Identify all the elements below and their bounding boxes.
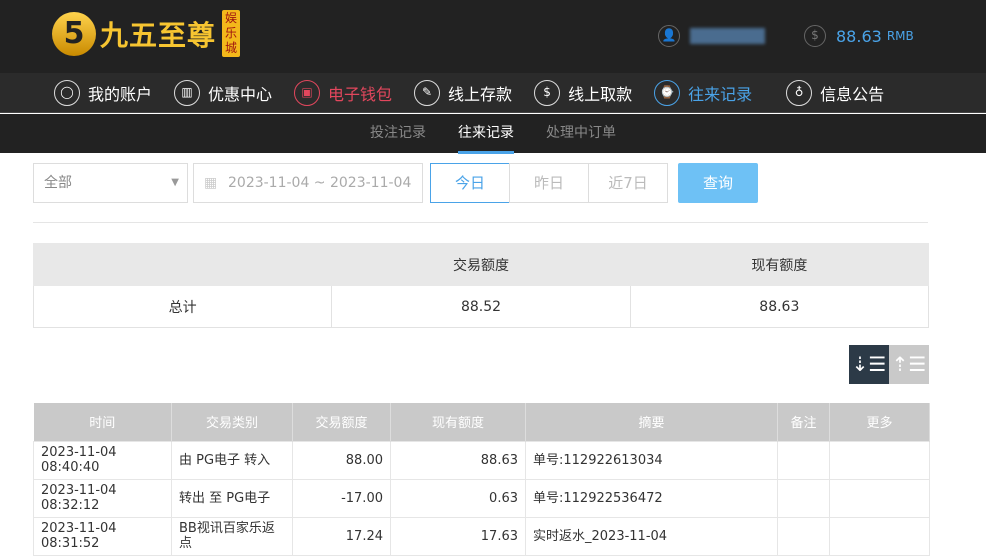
summary-header: 交易额度	[331, 243, 631, 286]
transactions-table: 时间 交易类别 交易额度 现有额度 摘要 备注 更多 2023-11-04 08…	[33, 403, 930, 556]
col-summary: 摘要	[525, 403, 778, 441]
cell-type: 由 PG电子 转入	[171, 440, 293, 480]
cell-type: 转出 至 PG电子	[171, 478, 293, 518]
cell-type: BB视讯百家乐返点	[171, 516, 293, 556]
tab-transactions[interactable]: 往来记录	[458, 114, 514, 154]
col-remark: 备注	[777, 403, 830, 441]
table-row: 2023-11-04 08:32:12 转出 至 PG电子 -17.00 0.63 单号…	[33, 478, 930, 518]
summary-trade-amount: 88.52	[331, 285, 631, 328]
summary-total-label: 总计	[32, 285, 333, 328]
logo-name: 九五至尊	[100, 18, 217, 52]
nav-promotions[interactable]: ▥ 优惠中心	[174, 73, 272, 112]
cell-time: 2023-11-04 08:40:40	[33, 440, 172, 480]
cell-time: 2023-11-04 08:32:12	[33, 478, 172, 518]
sub-nav: 投注记录 往来记录 处理中订单	[0, 114, 986, 154]
cell-more[interactable]	[829, 516, 930, 556]
nav-my-account[interactable]: ◯ 我的账户	[54, 73, 152, 112]
nav-label: 电子钱包	[328, 84, 393, 104]
withdraw-icon: $	[534, 79, 561, 106]
cell-summary: 单号:112922613034	[525, 440, 778, 480]
main-nav: ◯ 我的账户 ▥ 优惠中心 ▣ 电子钱包 ✎ 线上存款 $ 线上取款 ⌚ 往来记录 ♁ 信息公…	[0, 73, 986, 113]
tab-pending-orders[interactable]: 处理中订单	[546, 114, 616, 153]
cell-current-amount: 88.63	[390, 440, 526, 480]
summary-current-amount: 88.63	[629, 285, 930, 328]
logo-mark: 5	[52, 11, 96, 56]
dollar-icon: $	[804, 25, 826, 47]
yesterday-button[interactable]: 昨日	[509, 163, 589, 203]
cell-summary: 实时返水_2023-11-04	[525, 516, 778, 556]
cell-trade-amount: -17.00	[292, 478, 391, 518]
user-icon: 👤	[658, 25, 680, 47]
type-select-value: 全部	[44, 175, 72, 191]
nav-wallet[interactable]: ▣ 电子钱包	[294, 73, 392, 112]
col-type: 交易类别	[171, 403, 293, 441]
col-trade-amount: 交易额度	[292, 403, 391, 441]
sort-desc-button[interactable]: ⇣☰	[849, 345, 889, 384]
records-icon: ⌚	[654, 79, 681, 106]
last7days-button[interactable]: 近7日	[588, 163, 668, 203]
tab-bet-records[interactable]: 投注记录	[370, 114, 426, 153]
cell-trade-amount: 88.00	[292, 440, 391, 480]
nav-label: 信息公告	[820, 84, 885, 104]
cell-more[interactable]	[829, 478, 930, 518]
type-select[interactable]: 全部 ▼	[33, 163, 188, 203]
nav-deposit[interactable]: ✎ 线上存款	[414, 73, 512, 112]
table-row: 2023-11-04 08:31:52 BB视讯百家乐返点 17.24 17.63 实时…	[33, 516, 930, 556]
cell-remark	[777, 516, 830, 556]
cell-remark	[777, 440, 830, 480]
nav-label: 线上取款	[568, 84, 633, 104]
bell-icon: ♁	[786, 79, 813, 106]
summary-header: 现有额度	[629, 243, 930, 286]
cell-summary: 单号:112922536472	[525, 478, 778, 518]
nav-label: 我的账户	[88, 84, 153, 104]
nav-label: 优惠中心	[208, 84, 273, 104]
gift-icon: ▥	[174, 79, 201, 106]
calendar-icon: ▦	[204, 175, 218, 191]
table-header-row: 时间 交易类别 交易额度 现有额度 摘要 备注 更多	[33, 403, 930, 441]
header: 5 九五至尊 娱乐城 👤 $ 88.63 RMB	[0, 0, 986, 73]
sort-asc-button[interactable]: ⇡☰	[889, 345, 929, 384]
nav-records[interactable]: ⌚ 往来记录	[654, 73, 752, 112]
user-info[interactable]: 👤	[658, 25, 765, 47]
user-icon: ◯	[54, 79, 80, 106]
nav-withdraw[interactable]: $ 线上取款	[534, 73, 632, 112]
search-button[interactable]: 查询	[678, 163, 758, 203]
cell-remark	[777, 478, 830, 518]
summary-table: 交易额度 现有额度 总计 88.52 88.63	[32, 243, 930, 328]
table-row: 2023-11-04 08:40:40 由 PG电子 转入 88.00 88.63 单号…	[33, 440, 930, 480]
currency: RMB	[886, 29, 914, 43]
logo-tag: 娱乐城	[222, 10, 241, 57]
balance-amount: 88.63	[836, 26, 882, 46]
logo[interactable]: 5 九五至尊 娱乐城	[52, 10, 241, 57]
summary-header	[32, 243, 333, 286]
cell-current-amount: 0.63	[390, 478, 526, 518]
cell-trade-amount: 17.24	[292, 516, 391, 556]
balance: $ 88.63 RMB	[804, 25, 914, 47]
nav-announcements[interactable]: ♁ 信息公告	[786, 73, 884, 112]
divider	[33, 222, 928, 223]
col-time: 时间	[33, 403, 172, 441]
nav-label: 线上存款	[448, 84, 513, 104]
chevron-down-icon: ▼	[171, 177, 179, 188]
deposit-icon: ✎	[414, 79, 441, 106]
cell-more[interactable]	[829, 440, 930, 480]
col-current-amount: 现有额度	[390, 403, 526, 441]
username-redacted	[690, 28, 765, 44]
nav-label: 往来记录	[688, 84, 753, 104]
today-button[interactable]: 今日	[430, 163, 510, 203]
col-more: 更多	[829, 403, 930, 441]
date-range-value: 2023-11-04 ~ 2023-11-04	[228, 175, 412, 191]
cell-current-amount: 17.63	[390, 516, 526, 556]
wallet-icon: ▣	[294, 79, 321, 106]
date-range-input[interactable]: ▦ 2023-11-04 ~ 2023-11-04	[193, 163, 423, 203]
cell-time: 2023-11-04 08:31:52	[33, 516, 172, 556]
